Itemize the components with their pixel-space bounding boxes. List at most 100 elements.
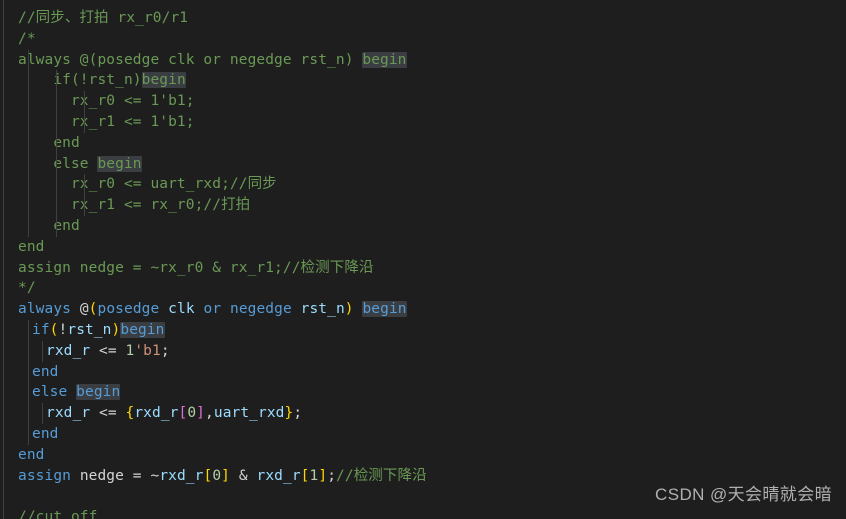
code-line[interactable]: assign nedge = ~rx_r0 & rx_r1;//检测下降沿 <box>0 258 846 279</box>
nonblocking-assign-operator: <= <box>90 405 126 422</box>
indent-guide <box>28 340 29 362</box>
comment-token: assign nedge = ~rx_r0 & rx_r1;//检测下降沿 <box>18 259 374 276</box>
comment-token: rx_r1 <= rx_r0;//打拍 <box>18 197 251 214</box>
code-line[interactable]: end <box>0 132 846 154</box>
indent-guide <box>28 91 29 112</box>
keyword-or: or <box>203 301 222 318</box>
paren-close: ) <box>344 301 354 318</box>
indent-guide <box>28 70 29 92</box>
code-line[interactable]: rx_r0 <= uart_rxd;//同步 <box>0 174 846 196</box>
bracket-open: [ <box>203 467 213 484</box>
indent-guide <box>56 132 57 154</box>
comment-token: always @(posedge clk or negedge rst_n) <box>18 51 363 68</box>
indent-guide <box>28 195 29 216</box>
code-line[interactable]: assign nedge = ~rxd_r[0] & rxd_r[1];//检测… <box>0 466 846 487</box>
code-line[interactable]: //同步、打拍 rx_r0/r1 <box>0 8 846 29</box>
bitwise-not-operator: ~ <box>150 467 160 484</box>
begin-keyword-match: begin <box>141 72 186 89</box>
indent-guide <box>28 403 29 424</box>
indent-guide <box>28 382 29 404</box>
code-line[interactable]: */ <box>0 278 846 299</box>
code-line[interactable]: rxd_r <= 1'b1; <box>0 340 846 362</box>
begin-keyword-match: begin <box>76 384 121 401</box>
code-line[interactable]: rxd_r <= {rxd_r[0],uart_rxd}; <box>0 403 846 424</box>
indent-guide <box>56 215 57 237</box>
begin-keyword-match: begin <box>120 321 165 338</box>
keyword-posedge: posedge <box>97 301 160 318</box>
at-symbol: @ <box>79 301 89 318</box>
indent-guide <box>28 111 29 133</box>
semicolon: ; <box>293 405 303 422</box>
keyword-if: if <box>32 321 50 338</box>
code-line[interactable]: end <box>0 445 846 466</box>
bracket-close: ] <box>196 405 206 422</box>
indent-guide <box>28 361 29 383</box>
bitwise-and-operator: & <box>230 467 257 484</box>
code-line[interactable]: end <box>0 423 846 445</box>
block-comment-close: */ <box>18 280 36 297</box>
indent-guide <box>28 132 29 154</box>
comment-token-clipped: //cut off <box>18 509 98 519</box>
indent-guide <box>84 174 85 196</box>
paren-open: ( <box>88 301 98 318</box>
code-line[interactable]: always @(posedge clk or negedge rst_n) b… <box>0 299 846 320</box>
comma: , <box>205 405 214 422</box>
comment-token: rx_r1 <= 1'b1; <box>18 113 195 130</box>
code-editor[interactable]: //同步、打拍 rx_r0/r1 /* always @(posedge clk… <box>0 0 846 519</box>
code-line[interactable]: always @(posedge clk or negedge rst_n) b… <box>0 49 846 71</box>
indent-guide <box>56 111 57 133</box>
indent-guide <box>84 195 85 216</box>
code-line[interactable]: else begin <box>0 382 846 404</box>
code-line[interactable]: rx_r1 <= rx_r0;//打拍 <box>0 195 846 216</box>
indent-guide <box>28 49 29 71</box>
begin-keyword-match: begin <box>362 51 407 68</box>
signal-clk: clk <box>159 301 204 318</box>
code-line[interactable]: end <box>0 215 846 237</box>
indent-guide <box>42 340 43 362</box>
signal-nedge: nedge <box>70 467 133 484</box>
code-line[interactable]: else begin <box>0 153 846 175</box>
semicolon: ; <box>160 342 170 359</box>
code-line[interactable]: end <box>0 361 846 383</box>
paren-open: ( <box>49 321 59 338</box>
keyword-assign: assign <box>18 467 71 484</box>
keyword-end: end <box>18 446 45 463</box>
code-line[interactable]: rx_r1 <= 1'b1; <box>0 111 846 133</box>
nonblocking-assign-operator: <= <box>90 342 126 359</box>
indent-guide <box>28 153 29 175</box>
comment-token: end <box>18 238 45 255</box>
signal-rxd-r: rxd_r <box>159 467 204 484</box>
signal-rst-n: rst_n <box>291 301 345 318</box>
code-line[interactable]: rx_r0 <= 1'b1; <box>0 91 846 112</box>
comment-token: //同步、打拍 rx_r0/r1 <box>18 10 189 26</box>
block-comment-open: /* <box>18 30 36 47</box>
signal-rxd-r: rxd_r <box>46 405 91 422</box>
code-content[interactable]: //同步、打拍 rx_r0/r1 /* always @(posedge clk… <box>0 0 846 519</box>
code-line[interactable]: if(!rst_n)begin <box>0 70 846 92</box>
indent-guide <box>56 91 57 112</box>
keyword-end: end <box>32 363 59 380</box>
indent-guide <box>28 174 29 196</box>
semicolon: ; <box>327 467 337 484</box>
signal-rxd-r: rxd_r <box>134 405 179 422</box>
base-specifier: 'b1 <box>134 342 161 359</box>
indent-guide <box>42 403 43 424</box>
code-line-partial[interactable]: //cut off <box>0 507 846 519</box>
indent-guide <box>84 111 85 133</box>
comment-token: if(!rst_n) <box>18 72 142 89</box>
keyword-always: always <box>18 301 71 318</box>
keyword-end: end <box>32 425 59 442</box>
code-line[interactable]: /* <box>0 29 846 50</box>
code-line[interactable]: if(!rst_n)begin <box>0 319 846 341</box>
begin-keyword-match: begin <box>362 301 407 318</box>
code-line[interactable] <box>0 486 846 507</box>
indent-guide <box>56 195 57 216</box>
begin-keyword-match: begin <box>97 155 142 172</box>
keyword-else: else <box>32 384 68 401</box>
indent-guide <box>28 423 29 445</box>
indent-guide <box>56 174 57 196</box>
brace-open: { <box>125 405 135 422</box>
code-line[interactable]: end <box>0 237 846 258</box>
indent-guide <box>28 319 29 341</box>
